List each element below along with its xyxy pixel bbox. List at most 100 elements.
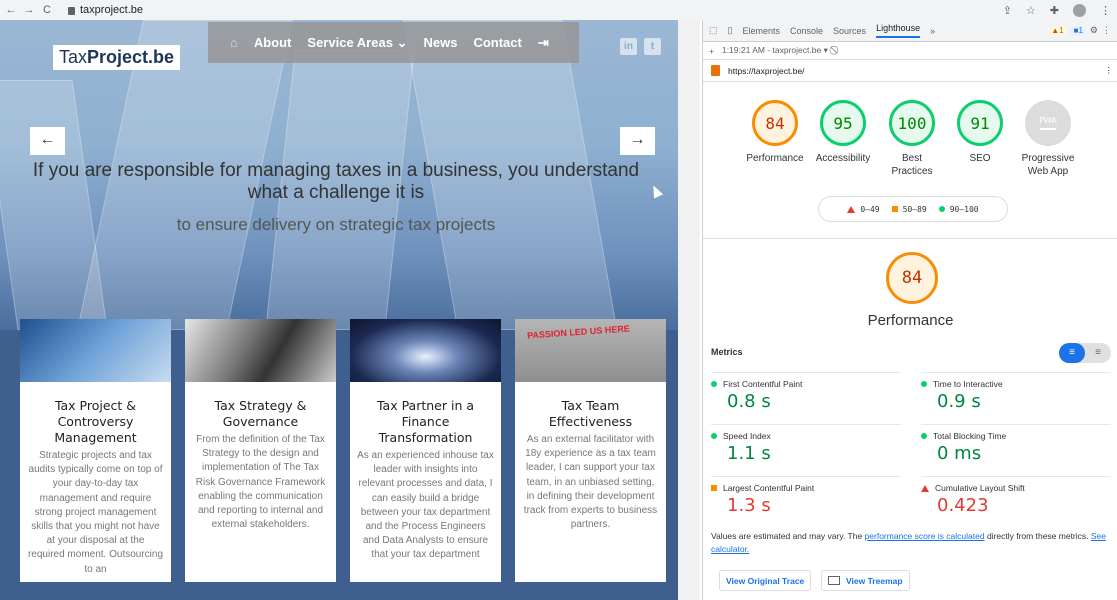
metric-value: 0.8 s — [727, 391, 771, 412]
gauge-performance[interactable]: 84 Performance — [740, 100, 810, 165]
gauge-label: SEO — [969, 153, 991, 164]
lighthouse-toolbar: + 1:19:21 AM - taxproject.be ▾ ⃠ — [703, 42, 1117, 60]
gauge-pwa[interactable]: PWA Progressive Web App — [1013, 100, 1083, 178]
pass-icon — [711, 433, 717, 439]
note-text: Values are estimated and may vary. The — [711, 531, 863, 541]
tab-lighthouse[interactable]: Lighthouse — [876, 23, 921, 38]
extensions-icon[interactable]: ✚ — [1050, 4, 1059, 17]
service-card[interactable]: Tax Partner in a Finance Transformation … — [350, 319, 501, 582]
tab-console[interactable]: Console — [790, 26, 823, 36]
metric-tbt: Total Blocking Time 0 ms — [921, 424, 1111, 474]
pass-icon — [921, 381, 927, 387]
gauge-best-practices[interactable]: 100 Best Practices — [877, 100, 947, 178]
service-card[interactable]: PASSION LED US HERE Tax Team Effectivene… — [515, 319, 666, 582]
performance-title: Performance — [867, 312, 954, 329]
warnings-badge[interactable]: ▲1 — [1048, 26, 1067, 35]
metric-name: Cumulative Layout Shift — [935, 483, 1025, 493]
pwa-dash-icon — [1040, 128, 1056, 130]
square-icon — [891, 206, 898, 212]
messages-badge[interactable]: ■1 — [1070, 26, 1086, 35]
avatar[interactable] — [1073, 3, 1086, 17]
card-image: PASSION LED US HERE — [515, 319, 666, 382]
section-divider — [703, 238, 1117, 239]
add-report-icon[interactable]: + — [709, 46, 714, 56]
gauge-label: Performance — [746, 153, 804, 164]
legend-text: 50–89 — [902, 204, 927, 214]
gauge-label: Best Practices — [891, 153, 933, 177]
audited-url[interactable]: https://taxproject.be/ — [728, 66, 805, 76]
lighthouse-icon — [711, 65, 720, 76]
score-gauges: 84 Performance 95 Accessibility 100 Best… — [703, 100, 1117, 210]
more-tabs-icon[interactable]: » — [930, 26, 935, 36]
gauge-accessibility[interactable]: 95 Accessibility — [808, 100, 878, 165]
gauge-label: Progressive Web App — [1021, 153, 1075, 177]
gauge-seo[interactable]: 91 SEO — [945, 100, 1015, 165]
legend-average: 50–89 — [891, 204, 927, 214]
lock-icon — [68, 7, 75, 15]
menu-dots-icon[interactable]: ⋮ — [1100, 4, 1111, 17]
gauge-ring: 91 — [957, 100, 1003, 146]
menu-dots-icon[interactable]: ⋮ — [1102, 25, 1111, 36]
tab-sources[interactable]: Sources — [833, 26, 866, 36]
legend-text: 0–49 — [860, 204, 880, 214]
expanded-view-button[interactable]: ≡ — [1085, 343, 1111, 363]
service-card[interactable]: Tax Strategy & Governance From the defin… — [185, 319, 336, 582]
menu-dots-icon[interactable]: ⋮ — [1105, 65, 1117, 76]
tab-elements[interactable]: Elements — [742, 26, 780, 36]
button-label: View Original Trace — [726, 575, 805, 586]
nav-news[interactable]: News — [423, 35, 457, 50]
performance-gauge: 84 — [886, 252, 938, 304]
metric-cls: Cumulative Layout Shift 0.423 — [921, 476, 1111, 526]
metric-name: Speed Index — [723, 431, 771, 441]
nav-about[interactable]: About — [254, 35, 292, 50]
back-arrow-icon[interactable]: ← — [4, 4, 18, 16]
score-calculated-link[interactable]: performance score is calculated — [865, 531, 985, 541]
metric-value: 1.3 s — [727, 495, 771, 516]
card-body: From the definition of the Tax Strategy … — [195, 434, 326, 531]
view-treemap-button[interactable]: View Treemap — [821, 570, 910, 591]
inspect-icon[interactable]: ⬚ — [709, 25, 718, 36]
metric-lcp: Largest Contentful Paint 1.3 s — [711, 476, 901, 526]
address-bar[interactable]: taxproject.be — [68, 4, 143, 16]
star-icon[interactable]: ☆ — [1026, 4, 1036, 17]
compact-view-button[interactable]: ≡ — [1059, 343, 1085, 363]
metric-speed-index: Speed Index 1.1 s — [711, 424, 901, 474]
service-card[interactable]: Tax Project & Controversy Management Str… — [20, 319, 171, 582]
gauge-ring: 95 — [820, 100, 866, 146]
metric-name: Time to Interactive — [933, 379, 1003, 389]
device-toggle-icon[interactable]: ▯ — [728, 25, 733, 36]
slider-next-button[interactable]: → — [620, 127, 655, 155]
gauge-ring: 84 — [752, 100, 798, 146]
reload-icon[interactable]: C — [40, 4, 54, 16]
login-icon[interactable]: ⇥ — [538, 35, 549, 51]
metrics-view-toggle[interactable]: ≡ ≡ — [1059, 343, 1111, 363]
view-original-trace-button[interactable]: View Original Trace — [719, 570, 812, 591]
metric-name: Largest Contentful Paint — [723, 483, 815, 493]
card-body: As an external facilitator with 18y expe… — [523, 434, 658, 531]
treemap-icon — [828, 576, 840, 585]
metric-value: 0.9 s — [937, 391, 981, 412]
building-image — [0, 80, 108, 330]
pass-icon — [921, 433, 927, 439]
site-nav: ⌂ About Service Areas ⌄ News Contact ⇥ — [208, 22, 579, 63]
circle-icon — [938, 206, 945, 212]
nav-contact[interactable]: Contact — [473, 35, 521, 50]
card-image — [350, 319, 501, 382]
twitter-icon[interactable]: t — [644, 38, 661, 55]
home-icon[interactable]: ⌂ — [230, 35, 238, 50]
nav-service-areas[interactable]: Service Areas ⌄ — [307, 35, 407, 51]
audited-url-bar: https://taxproject.be/ ⋮ — [703, 60, 1117, 82]
share-icon[interactable]: ⇪ — [1003, 4, 1012, 17]
gauge-ring: 100 — [889, 100, 935, 146]
page-scrollbar[interactable] — [678, 20, 700, 600]
linkedin-icon[interactable]: in — [620, 38, 637, 55]
site-logo[interactable]: TaxProject.be — [53, 45, 181, 70]
gear-icon[interactable]: ⚙ — [1090, 25, 1098, 36]
hero-headline: If you are responsible for managing taxe… — [32, 160, 640, 203]
report-selector[interactable]: 1:19:21 AM - taxproject.be ▾ — [722, 45, 828, 56]
logo-text-bold: Project.be — [87, 47, 175, 67]
address-text: taxproject.be — [80, 4, 143, 16]
slider-prev-button[interactable]: ← — [30, 127, 65, 155]
legend-text: 90–100 — [949, 204, 979, 214]
forward-arrow-icon[interactable]: → — [22, 4, 36, 16]
